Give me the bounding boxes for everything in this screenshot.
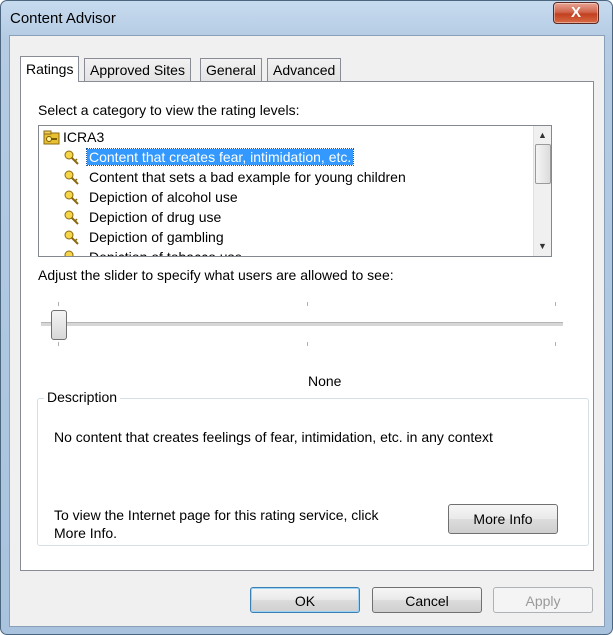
description-legend: Description [44, 389, 121, 405]
tree-item-label: Depiction of gambling [89, 229, 224, 245]
tree-item-label: Depiction of drug use [89, 209, 222, 225]
tree-item[interactable]: Depiction of tobacco use [63, 247, 244, 257]
tree-root-label: ICRA3 [63, 129, 105, 145]
slider-tick [555, 302, 556, 306]
tree-item-label: Depiction of alcohol use [89, 189, 238, 205]
content-advisor-window: Content Advisor X Ratings Approved Sites… [0, 0, 613, 635]
tree-item[interactable]: Depiction of alcohol use [63, 187, 240, 207]
slider-tick [58, 342, 59, 346]
slider-tick [307, 302, 308, 306]
tree-item[interactable]: Depiction of drug use [63, 207, 223, 227]
slider-tick [555, 342, 556, 346]
ok-button[interactable]: OK [250, 587, 360, 613]
tree-item-label: Content that sets a bad example for youn… [89, 169, 406, 185]
tab-advanced[interactable]: Advanced [267, 58, 342, 81]
slider-prompt: Adjust the slider to specify what users … [38, 267, 394, 283]
key-icon [64, 230, 79, 245]
slider-track [41, 322, 563, 326]
close-button[interactable]: X [553, 2, 599, 24]
key-icon [64, 210, 79, 225]
close-icon: X [570, 4, 581, 21]
slider-thumb[interactable] [51, 310, 67, 340]
more-info-hint-line1: To view the Internet page for this ratin… [54, 507, 379, 523]
key-icon [64, 150, 79, 165]
description-text: No content that creates feelings of fear… [54, 429, 493, 445]
ratings-folder-icon [43, 130, 60, 145]
ratings-panel: Select a category to view the rating lev… [20, 81, 594, 571]
key-icon [64, 170, 79, 185]
rating-slider[interactable] [41, 302, 563, 352]
title-bar[interactable]: Content Advisor X [1, 1, 612, 35]
key-icon [64, 250, 74, 256]
scroll-thumb[interactable] [535, 144, 551, 184]
cancel-button[interactable]: Cancel [372, 587, 482, 613]
tree-item[interactable]: Content that sets a bad example for youn… [63, 167, 408, 187]
window-title: Content Advisor [10, 10, 116, 27]
key-icon [64, 190, 79, 205]
more-info-button[interactable]: More Info [448, 504, 558, 534]
scroll-up-arrow-icon[interactable]: ▲ [534, 127, 551, 144]
category-tree[interactable]: ICRA3 Content that creates fear, intimid… [38, 125, 552, 257]
category-prompt: Select a category to view the rating lev… [38, 102, 300, 118]
apply-button[interactable]: Apply [493, 587, 593, 613]
rating-level-name: None [308, 373, 342, 389]
tree-item[interactable]: Depiction of gambling [63, 227, 226, 247]
tab-approved-sites[interactable]: Approved Sites [84, 58, 191, 81]
tree-item[interactable]: Content that creates fear, intimidation,… [63, 147, 355, 167]
description-groupbox: Description No content that creates feel… [37, 389, 589, 546]
tree-scrollbar[interactable]: ▲ ▼ [533, 126, 551, 256]
tree-item-label: Content that creates fear, intimidation,… [85, 148, 355, 166]
tree-root[interactable]: ICRA3 [43, 127, 106, 147]
tab-general[interactable]: General [200, 58, 262, 81]
tab-ratings[interactable]: Ratings [20, 56, 80, 82]
scroll-down-arrow-icon[interactable]: ▼ [534, 238, 551, 255]
slider-tick [307, 342, 308, 346]
more-info-hint-line2: More Info. [54, 525, 118, 541]
dialog-client-area: Ratings Approved Sites General Advanced … [9, 35, 605, 627]
slider-tick [58, 302, 59, 306]
tree-item-label: Depiction of tobacco use [89, 249, 243, 257]
